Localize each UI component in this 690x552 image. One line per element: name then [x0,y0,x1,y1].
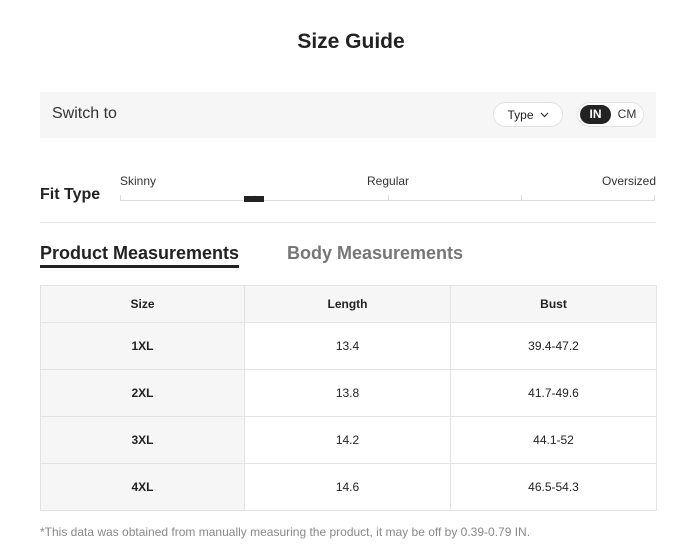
bust-cell: 46.5-54.3 [450,463,657,511]
fit-scale-tick [388,195,389,201]
length-cell: 13.4 [244,322,451,370]
size-cell: 2XL [40,369,245,417]
size-cell: 4XL [40,463,245,511]
header-bust: Bust [450,285,657,323]
section-divider [40,222,656,223]
fit-type-label: Fit Type [40,186,101,203]
bust-cell: 39.4-47.2 [450,322,657,370]
header-length: Length [244,285,451,323]
chevron-down-icon [540,112,548,117]
unit-cm-button[interactable]: CM [614,105,640,124]
fit-scale-tick [521,195,522,201]
measurement-footnote: *This data was obtained from manually me… [40,525,531,539]
type-dropdown[interactable]: Type [493,102,563,127]
type-dropdown-label: Type [507,107,534,122]
length-cell: 13.8 [244,369,451,417]
table-row: 3XL 14.2 44.1-52 [40,416,657,464]
table-row: 4XL 14.6 46.5-54.3 [40,463,657,511]
size-cell: 3XL [40,416,245,464]
bust-cell: 44.1-52 [450,416,657,464]
active-tab-underline [40,265,239,268]
unit-toggle: IN CM [577,102,644,127]
table-row: 2XL 13.8 41.7-49.6 [40,369,657,417]
fit-scale-tick [654,195,655,201]
header-size: Size [40,285,245,323]
tab-product-measurements[interactable]: Product Measurements [40,243,239,264]
table-header-row: Size Length Bust [40,285,657,323]
switch-to-label: Switch to [52,105,117,122]
size-table: Size Length Bust 1XL 13.4 39.4-47.2 2XL … [40,285,657,511]
fit-scale-marker [244,196,264,202]
table-row: 1XL 13.4 39.4-47.2 [40,322,657,370]
tab-body-measurements[interactable]: Body Measurements [287,243,463,264]
fit-scale-tick [120,195,121,201]
length-cell: 14.6 [244,463,451,511]
fit-scale-oversized: Oversized [602,174,657,188]
unit-switch-bar: Switch to Type IN CM [40,92,656,138]
page-title: Size Guide [297,30,405,53]
fit-scale-skinny: Skinny [120,174,157,188]
length-cell: 14.2 [244,416,451,464]
unit-in-button[interactable]: IN [580,105,611,124]
bust-cell: 41.7-49.6 [450,369,657,417]
fit-scale-regular: Regular [367,174,410,188]
size-cell: 1XL [40,322,245,370]
